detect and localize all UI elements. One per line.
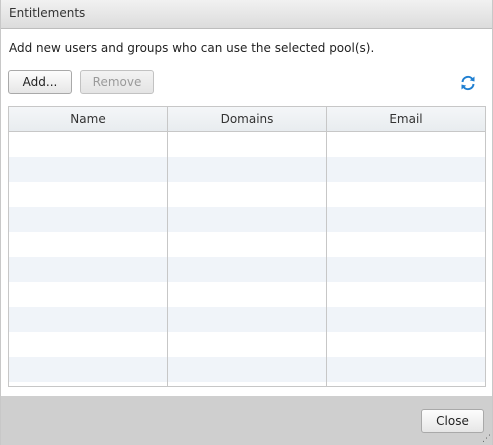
table-row <box>9 382 485 386</box>
table-row <box>9 182 485 207</box>
entitlements-table: Name Domains Email <box>8 106 486 387</box>
resize-grip-icon[interactable]: ⋰ <box>482 435 491 444</box>
table-row <box>9 357 485 382</box>
dialog-description: Add new users and groups who can use the… <box>9 41 375 55</box>
add-button[interactable]: Add... <box>8 70 72 94</box>
table-row <box>9 332 485 357</box>
table-row <box>9 307 485 332</box>
table-row <box>9 232 485 257</box>
refresh-icon[interactable] <box>459 74 477 92</box>
column-header-email[interactable]: Email <box>327 107 485 131</box>
dialog-title: Entitlements <box>9 6 86 20</box>
close-button[interactable]: Close <box>421 409 484 433</box>
table-body <box>9 132 485 386</box>
table-row <box>9 157 485 182</box>
entitlements-dialog: Entitlements Add new users and groups wh… <box>0 0 493 445</box>
dialog-titlebar[interactable]: Entitlements <box>1 0 492 29</box>
dialog-footer: Close ⋰ <box>1 396 492 445</box>
column-header-name[interactable]: Name <box>9 107 168 131</box>
table-row <box>9 207 485 232</box>
remove-button[interactable]: Remove <box>80 70 154 94</box>
table-row <box>9 132 485 157</box>
table-row <box>9 282 485 307</box>
column-header-domains[interactable]: Domains <box>168 107 327 131</box>
table-row <box>9 257 485 282</box>
table-header: Name Domains Email <box>9 107 485 132</box>
